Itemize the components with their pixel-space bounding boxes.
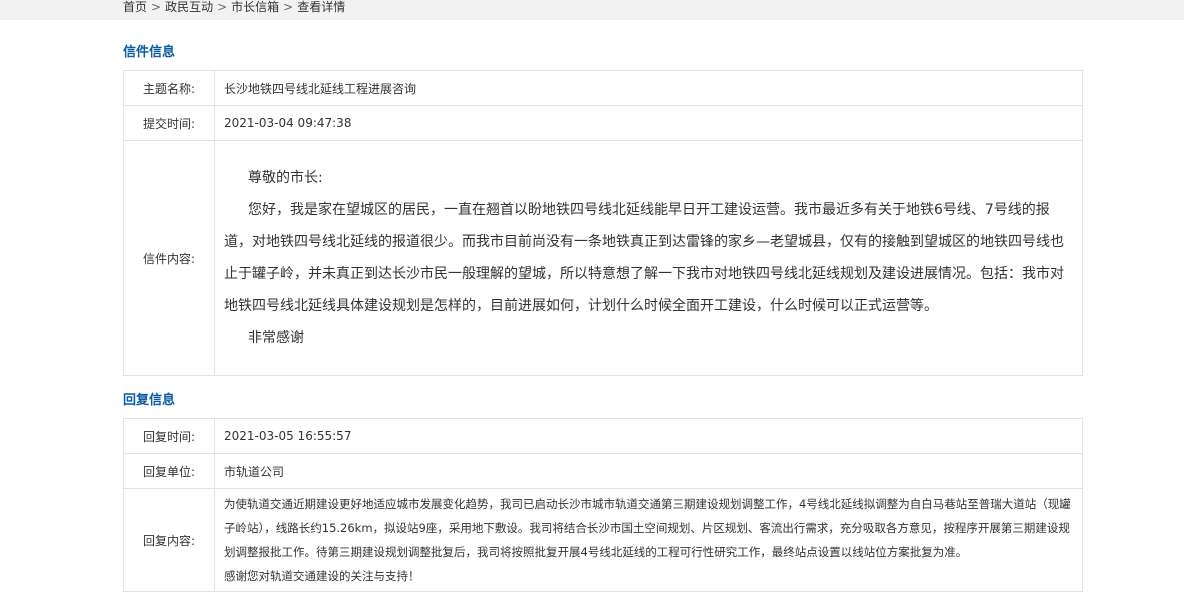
submit-time-value: 2021-03-04 09:47:38 xyxy=(214,105,1083,141)
breadcrumb-separator: > xyxy=(283,0,294,14)
subject-value: 长沙地铁四号线北延线工程进展咨询 xyxy=(214,70,1083,106)
breadcrumb-separator: > xyxy=(217,0,228,14)
letter-content-label: 信件内容: xyxy=(123,140,215,376)
submit-time-label: 提交时间: xyxy=(123,105,215,141)
letter-content-row: 信件内容: 尊敬的市长: 您好，我是家在望城区的居民，一直在翘首以盼地铁四号线北… xyxy=(123,140,1083,376)
breadcrumb-interaction-link[interactable]: 政民互动 xyxy=(165,0,213,14)
breadcrumb-mailbox-link[interactable]: 市长信箱 xyxy=(231,0,279,14)
letter-info-table: 主题名称: 长沙地铁四号线北延线工程进展咨询 提交时间: 2021-03-04 … xyxy=(123,70,1083,376)
breadcrumb-separator: > xyxy=(151,0,162,14)
reply-body: 为使轨道交通近期建设更好地适应城市发展变化趋势，我司已启动长沙市城市轨道交通第三… xyxy=(224,497,1071,559)
letter-greeting: 尊敬的市长: xyxy=(248,170,323,186)
breadcrumb: 首页 > 政民互动 > 市长信箱 > 查看详情 xyxy=(123,0,345,14)
letter-body: 您好，我是家在望城区的居民，一直在翘首以盼地铁四号线北延线能早日开工建设运营。我… xyxy=(224,202,1064,314)
reply-content: 为使轨道交通近期建设更好地适应城市发展变化趋势，我司已启动长沙市城市轨道交通第三… xyxy=(214,488,1083,592)
reply-time-label: 回复时间: xyxy=(123,418,215,454)
reply-content-row: 回复内容: 为使轨道交通近期建设更好地适应城市发展变化趋势，我司已启动长沙市城市… xyxy=(123,488,1083,592)
top-bar: 首页 > 政民互动 > 市长信箱 > 查看详情 xyxy=(0,0,1184,20)
letter-closing: 非常感谢 xyxy=(248,330,304,346)
submit-time-row: 提交时间: 2021-03-04 09:47:38 xyxy=(123,105,1083,141)
reply-content-label: 回复内容: xyxy=(123,488,215,592)
reply-closing: 感谢您对轨道交通建设的关注与支持！ xyxy=(224,569,420,583)
subject-label: 主题名称: xyxy=(123,70,215,106)
subject-row: 主题名称: 长沙地铁四号线北延线工程进展咨询 xyxy=(123,70,1083,106)
reply-unit-value: 市轨道公司 xyxy=(214,453,1083,489)
letter-section-title: 信件信息 xyxy=(123,45,176,60)
reply-time-row: 回复时间: 2021-03-05 16:55:57 xyxy=(123,418,1083,454)
breadcrumb-home-link[interactable]: 首页 xyxy=(123,0,147,14)
breadcrumb-current: 查看详情 xyxy=(297,0,346,14)
letter-content: 尊敬的市长: 您好，我是家在望城区的居民，一直在翘首以盼地铁四号线北延线能早日开… xyxy=(214,140,1083,376)
reply-info-table: 回复时间: 2021-03-05 16:55:57 回复单位: 市轨道公司 回复… xyxy=(123,418,1083,592)
reply-unit-row: 回复单位: 市轨道公司 xyxy=(123,453,1083,489)
reply-unit-label: 回复单位: xyxy=(123,453,215,489)
reply-section-title: 回复信息 xyxy=(123,393,176,408)
reply-time-value: 2021-03-05 16:55:57 xyxy=(214,418,1083,454)
